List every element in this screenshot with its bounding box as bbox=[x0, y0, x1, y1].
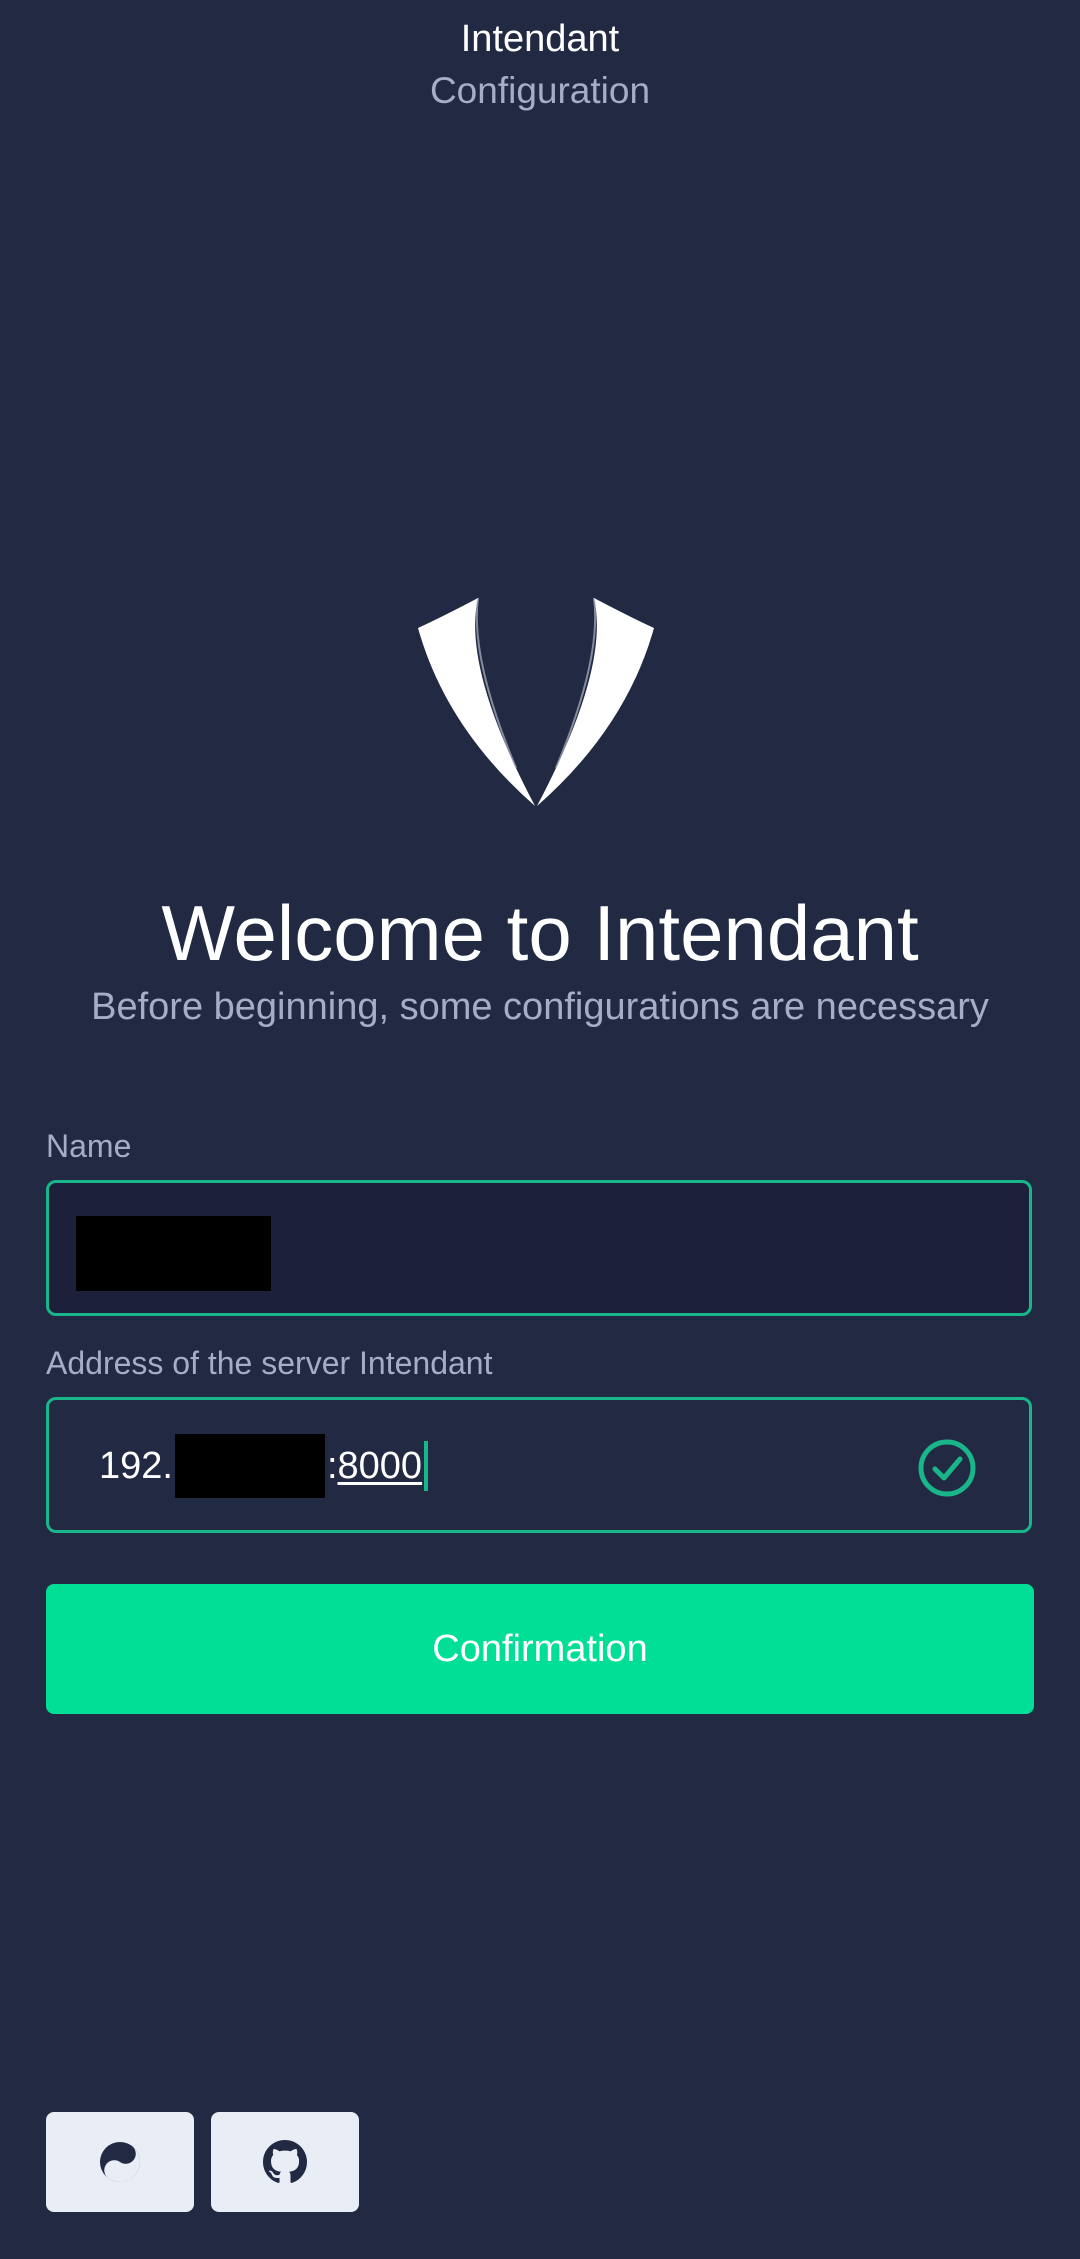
github-button[interactable] bbox=[211, 2112, 359, 2212]
theme-toggle-button[interactable] bbox=[46, 2112, 194, 2212]
confirmation-button[interactable]: Confirmation bbox=[46, 1584, 1034, 1714]
welcome-subtitle: Before beginning, some configurations ar… bbox=[91, 986, 989, 1028]
page-subtitle: Configuration bbox=[429, 70, 651, 111]
address-prefix: 192. bbox=[99, 1445, 173, 1487]
app-title: Intendant bbox=[460, 18, 620, 60]
app-header: Intendant Configuration bbox=[0, 14, 1080, 116]
github-icon bbox=[263, 2140, 307, 2183]
server-address-input[interactable]: 192. : 8000 bbox=[46, 1397, 1032, 1533]
redacted-name-value bbox=[76, 1216, 271, 1291]
welcome-title: Welcome to Intendant bbox=[161, 889, 919, 977]
check-circle-icon bbox=[918, 1439, 976, 1497]
theme-toggle-icon bbox=[100, 2142, 140, 2182]
address-port: 8000 bbox=[337, 1445, 423, 1487]
name-label: Name bbox=[46, 1128, 132, 1164]
name-input[interactable] bbox=[46, 1180, 1032, 1316]
redacted-address-segment bbox=[174, 1434, 325, 1498]
address-separator: : bbox=[326, 1445, 338, 1487]
lapel-logo-icon bbox=[418, 598, 654, 806]
address-value: 192. : 8000 bbox=[99, 1434, 429, 1498]
address-label: Address of the server Intendant bbox=[46, 1345, 493, 1381]
text-cursor bbox=[424, 1441, 429, 1491]
